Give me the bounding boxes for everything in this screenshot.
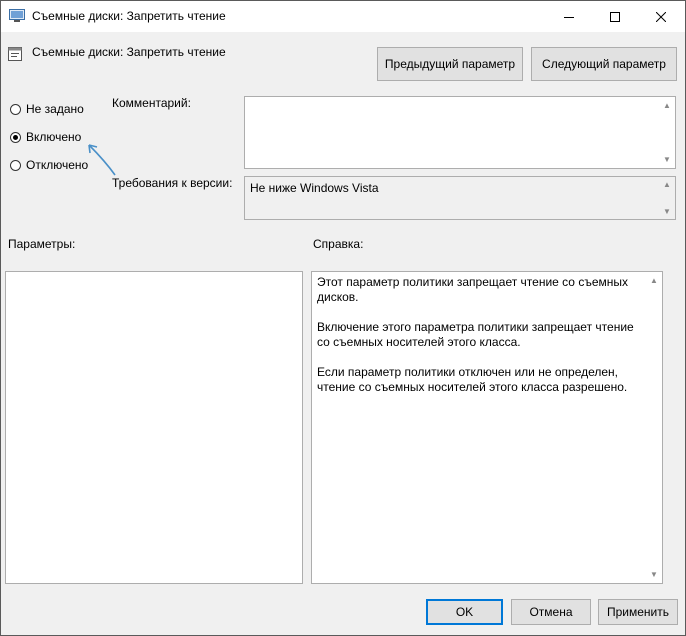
scroll-down-icon[interactable]: ▼ <box>663 207 671 216</box>
radio-enabled[interactable]: Включено <box>10 130 81 144</box>
maximize-icon <box>610 11 620 22</box>
close-button[interactable] <box>638 1 684 32</box>
scroll-down-icon[interactable]: ▼ <box>650 570 658 579</box>
version-requirements-value: Не ниже Windows Vista <box>250 181 379 195</box>
help-label: Справка: <box>313 237 364 251</box>
comment-label: Комментарий: <box>112 96 191 110</box>
apply-button[interactable]: Применить <box>598 599 678 625</box>
parameters-label: Параметры: <box>8 237 76 251</box>
minimize-button[interactable] <box>546 1 592 32</box>
ok-button[interactable]: OK <box>426 599 503 625</box>
comment-scrollbar[interactable]: ▲ ▼ <box>660 97 675 168</box>
next-setting-button[interactable]: Следующий параметр <box>531 47 677 81</box>
minimize-icon <box>564 16 574 18</box>
parameters-panel <box>5 271 303 584</box>
scroll-down-icon[interactable]: ▼ <box>663 155 671 164</box>
title-bar: Съемные диски: Запретить чтение <box>1 1 685 32</box>
previous-setting-button[interactable]: Предыдущий параметр <box>377 47 523 81</box>
comment-textarea[interactable]: ▲ ▼ <box>244 96 676 169</box>
help-panel: Этот параметр политики запрещает чтение … <box>311 271 663 584</box>
policy-setting-icon <box>8 47 22 61</box>
help-paragraph: Этот параметр политики запрещает чтение … <box>317 275 628 304</box>
version-requirements-label: Требования к версии: <box>112 176 233 190</box>
annotation-arrow-icon <box>88 144 116 176</box>
help-paragraph: Если параметр политики отключен или не о… <box>317 365 628 394</box>
scroll-up-icon[interactable]: ▲ <box>650 276 658 285</box>
help-scrollbar[interactable]: ▲ ▼ <box>647 272 662 583</box>
version-requirements-field: Не ниже Windows Vista ▲ ▼ <box>244 176 676 220</box>
maximize-button[interactable] <box>592 1 638 32</box>
radio-button[interactable] <box>10 159 21 171</box>
cancel-button[interactable]: Отмена <box>511 599 591 625</box>
radio-disabled[interactable]: Отключено <box>10 158 88 172</box>
radio-label: Включено <box>26 130 82 144</box>
radio-label: Не задано <box>26 102 84 116</box>
radio-button-selected[interactable] <box>10 131 21 143</box>
radio-not-configured[interactable]: Не задано <box>10 102 84 116</box>
scroll-up-icon[interactable]: ▲ <box>663 101 671 110</box>
scroll-up-icon[interactable]: ▲ <box>663 180 671 189</box>
help-paragraph: Включение этого параметра политики запре… <box>317 320 634 349</box>
version-scrollbar[interactable]: ▲ ▼ <box>660 177 675 219</box>
radio-label: Отключено <box>26 158 89 172</box>
group-policy-app-icon <box>9 9 25 22</box>
radio-button[interactable] <box>10 103 21 115</box>
window-title: Съемные диски: Запретить чтение <box>32 9 226 23</box>
policy-dialog: Съемные диски: Запретить чтение Съемные … <box>0 0 686 636</box>
policy-name: Съемные диски: Запретить чтение <box>32 45 226 59</box>
help-text: Этот параметр политики запрещает чтение … <box>317 275 642 410</box>
close-icon <box>656 11 666 22</box>
